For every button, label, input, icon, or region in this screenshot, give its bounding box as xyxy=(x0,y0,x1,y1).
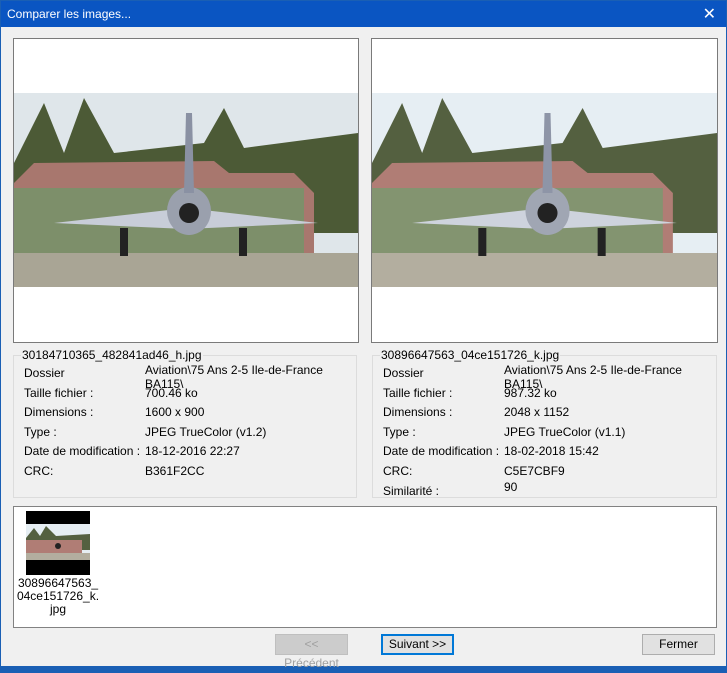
value-size: 987.32 ko xyxy=(504,386,557,400)
compare-images-dialog: Comparer les images... ✕ 30184710365_482… xyxy=(0,0,727,670)
title-bar: Comparer les images... ✕ xyxy=(1,1,726,27)
label-date: Date de modification : xyxy=(383,444,500,458)
label-crc: CRC: xyxy=(383,464,413,478)
right-info-group: 30896647563_04ce151726_k.jpg Dossier Avia… xyxy=(372,348,717,498)
thumbnail-photo xyxy=(26,524,90,560)
label-dimensions: Dimensions : xyxy=(24,405,94,419)
duplicates-list[interactable]: 30896647563_ 04ce151726_k. jpg xyxy=(13,506,717,628)
left-info-group: 30184710365_482841ad46_h.jpg Dossier Avia… xyxy=(13,348,357,498)
value-date: 18-12-2016 22:27 xyxy=(145,444,240,458)
left-filename: 30184710365_482841ad46_h.jpg xyxy=(21,348,203,362)
value-dimensions: 2048 x 1152 xyxy=(504,405,570,419)
label-folder: Dossier xyxy=(24,366,65,380)
value-size: 700.46 ko xyxy=(145,386,198,400)
label-size: Taille fichier : xyxy=(383,386,453,400)
label-folder: Dossier xyxy=(383,366,424,380)
label-type: Type : xyxy=(24,425,57,439)
value-crc: C5E7CBF9 xyxy=(504,464,565,478)
right-filename: 30896647563_04ce151726_k.jpg xyxy=(380,348,561,362)
left-photo xyxy=(14,93,358,287)
label-date: Date de modification : xyxy=(24,444,141,458)
close-icon[interactable]: ✕ xyxy=(703,4,716,24)
thumbnail-caption: 30896647563_ 04ce151726_k. jpg xyxy=(16,576,100,616)
thumbnail[interactable] xyxy=(26,511,90,575)
right-photo xyxy=(372,93,717,287)
right-image-preview xyxy=(371,38,718,343)
window-title: Comparer les images... xyxy=(7,7,132,21)
label-type: Type : xyxy=(383,425,416,439)
left-image-preview xyxy=(13,38,359,343)
previous-button[interactable]: << Précédent xyxy=(275,634,348,670)
value-dimensions: 1600 x 900 xyxy=(145,405,205,419)
value-crc: B361F2CC xyxy=(145,464,205,478)
next-button[interactable]: Suivant >> xyxy=(381,634,454,655)
value-type: JPEG TrueColor (v1.2) xyxy=(145,425,267,439)
value-date: 18-02-2018 15:42 xyxy=(504,444,599,458)
label-similarity: Similarité : xyxy=(383,484,440,498)
label-crc: CRC: xyxy=(24,464,54,478)
label-size: Taille fichier : xyxy=(24,386,94,400)
label-dimensions: Dimensions : xyxy=(383,405,453,419)
close-button[interactable]: Fermer xyxy=(642,634,715,655)
value-type: JPEG TrueColor (v1.1) xyxy=(504,425,626,439)
value-similarity: 90 xyxy=(504,480,518,494)
